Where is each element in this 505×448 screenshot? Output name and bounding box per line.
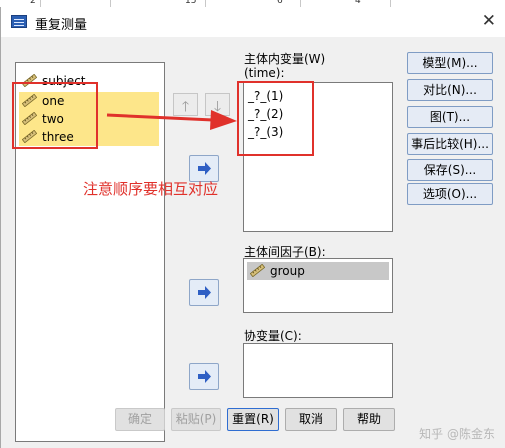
annotation-arrow xyxy=(106,110,237,130)
grid-line xyxy=(390,0,391,7)
plots-button[interactable]: 图(T)... xyxy=(407,106,493,128)
annotation-text: 注意顺序要相互对应 xyxy=(83,180,219,198)
save-button[interactable]: 保存(S)... xyxy=(407,159,493,181)
arrow-right-icon xyxy=(198,370,211,383)
reset-button[interactable]: 重置(R) xyxy=(227,408,279,431)
within-subjects-sublabel: (time): xyxy=(244,66,285,80)
window-title: 重复测量 xyxy=(35,18,88,33)
post-hoc-button[interactable]: 事后比较(H)... xyxy=(407,133,493,155)
repeated-measures-dialog: 重复测量 ✕ subject one two three 🡑 🡓 主体内变量(W… xyxy=(0,7,505,448)
list-item[interactable]: group xyxy=(247,262,389,280)
grid-line xyxy=(300,0,301,7)
title-bar: 重复测量 ✕ xyxy=(1,7,505,37)
close-icon[interactable]: ✕ xyxy=(482,11,496,31)
grid-line xyxy=(205,0,206,7)
sheet-cell: 4 xyxy=(355,0,361,6)
within-subjects-label: 主体内变量(W) xyxy=(244,52,326,66)
model-button[interactable]: 模型(M)... xyxy=(407,52,493,74)
move-to-covariates-button[interactable] xyxy=(189,363,219,390)
sheet-cell: 15 xyxy=(185,0,197,6)
paste-button[interactable]: 粘贴(P) xyxy=(171,408,221,431)
sheet-cell: 2 xyxy=(30,0,36,6)
annotation-box-target xyxy=(237,81,314,156)
app-icon xyxy=(11,15,27,28)
covariates-list[interactable] xyxy=(243,343,393,398)
options-button[interactable]: 选项(O)... xyxy=(407,183,493,205)
cancel-button[interactable]: 取消 xyxy=(285,408,337,431)
covariates-label: 协变量(C): xyxy=(244,329,302,343)
move-to-between-button[interactable] xyxy=(189,279,219,306)
help-button[interactable]: 帮助 xyxy=(343,408,395,431)
ok-button[interactable]: 确定 xyxy=(115,408,165,431)
contrasts-button[interactable]: 对比(N)... xyxy=(407,79,493,101)
between-factors-list[interactable]: group xyxy=(243,258,393,313)
variable-label: group xyxy=(270,264,305,278)
grid-line xyxy=(40,0,41,7)
watermark: 知乎 @陈金东 xyxy=(419,427,495,441)
grid-line xyxy=(110,0,111,7)
scale-variable-icon xyxy=(250,264,265,277)
annotation-box-source xyxy=(12,82,98,149)
arrow-right-icon xyxy=(198,162,211,175)
arrow-right-icon xyxy=(198,286,211,299)
sheet-cell: 6 xyxy=(277,0,283,6)
